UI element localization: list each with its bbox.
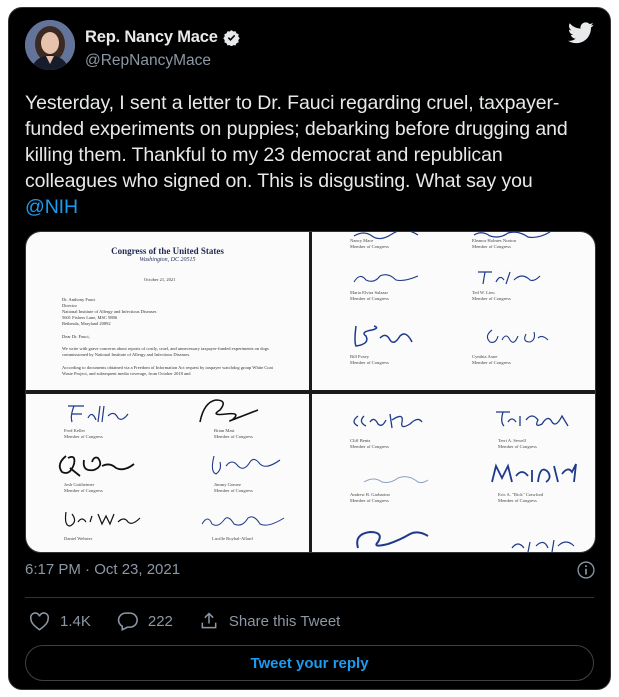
mention-link[interactable]: @NIH: [25, 196, 78, 218]
verified-badge-icon: [223, 30, 240, 46]
sig-role: Member of Congress: [472, 244, 511, 249]
signature-roybal-allard: [201, 516, 285, 526]
sig-role: Member of Congress: [498, 444, 537, 449]
sig-role: Member of Congress: [350, 244, 389, 249]
share-button[interactable]: Share this Tweet: [199, 611, 340, 631]
letter-address-4: 5601 Fishers Lane, MSC 9806: [62, 315, 118, 320]
twitter-bird-icon[interactable]: [568, 22, 594, 44]
letter-paragraph-2: According to documents obtained via a Fr…: [62, 365, 273, 376]
tweet-body: Yesterday, I sent a letter to Dr. Fauci …: [25, 92, 568, 192]
signature-keller: [68, 405, 129, 423]
signature-webster: [64, 511, 141, 527]
reply-count-button[interactable]: 222: [117, 611, 173, 631]
sig-name: Daniel Webster: [64, 536, 93, 541]
media-signature-page-1[interactable]: Nancy Mace Member of Congress Eleanor Ho…: [312, 232, 595, 390]
like-button[interactable]: 1.4K: [29, 611, 91, 631]
signature-posey: [354, 325, 413, 347]
media-signature-page-3[interactable]: Cliff Bentz Member of Congress Terri A. …: [312, 394, 595, 552]
letter-paragraph-1: We write with grave concerns about repor…: [62, 346, 269, 357]
sig-name: Lucille Roybal-Allard: [212, 536, 253, 541]
letter-address-3: National Institute of Allergy and Infect…: [62, 309, 157, 314]
signature-lieu: [478, 271, 541, 285]
letter-heading: Congress of the United States: [111, 246, 224, 256]
sig-role: Member of Congress: [472, 360, 511, 365]
letter-date: October 21, 2021: [144, 277, 176, 282]
sig-name: Cynthia Axne: [472, 354, 498, 359]
letter-salutation: Dear Dr. Fauci,: [62, 334, 90, 339]
divider: [25, 597, 594, 598]
sig-role: Member of Congress: [350, 360, 389, 365]
sig-role: Member of Congress: [214, 488, 253, 493]
tweet-media[interactable]: Congress of the United States Washington…: [25, 231, 596, 553]
sig-role: Member of Congress: [64, 488, 103, 493]
signature-gomez: [211, 455, 281, 475]
tweet-your-reply-button[interactable]: Tweet your reply: [25, 645, 594, 681]
sig-name: Ted W. Lieu: [472, 290, 495, 295]
sig-role: Member of Congress: [64, 434, 103, 439]
sig-name: Bill Posey: [350, 354, 370, 359]
share-label: Share this Tweet: [228, 612, 341, 630]
media-letter-page[interactable]: Congress of the United States Washington…: [26, 232, 309, 390]
share-icon: [201, 612, 217, 629]
sig-role: Member of Congress: [472, 296, 511, 301]
sig-name: Andrew R. Garbarino: [350, 492, 390, 497]
sig-role: Member of Congress: [214, 434, 253, 439]
signature-sewell: [496, 411, 569, 427]
tweet-timestamp[interactable]: 6:17 PM · Oct 23, 2021: [25, 561, 180, 578]
tweet-text: Yesterday, I sent a letter to Dr. Fauci …: [25, 90, 585, 220]
sig-name: Josh Gottheimer: [64, 482, 95, 487]
signature-bentz: [353, 413, 423, 429]
signature-crawford: [491, 463, 577, 483]
signature-axne: [486, 329, 549, 343]
sig-name: Nancy Mace: [350, 238, 374, 243]
heart-icon: [30, 611, 49, 631]
sig-name: Eric A. "Rick" Crawford: [498, 492, 544, 497]
sig-name: Cliff Bentz: [350, 438, 371, 443]
letter-address-1: Dr. Anthony Fauci: [62, 297, 96, 302]
sig-name: Eleanor Holmes Norton: [472, 238, 516, 243]
signature-gottheimer: [58, 455, 135, 477]
sig-role: Member of Congress: [350, 498, 389, 503]
signature-salazar: [353, 274, 419, 283]
like-count: 1.4K: [60, 612, 91, 630]
avatar[interactable]: [25, 20, 75, 70]
signature-garbarino: [363, 476, 429, 484]
signature-partial-left: [356, 530, 429, 549]
letter-address-2: Director: [62, 303, 77, 308]
sig-role: Member of Congress: [350, 296, 389, 301]
avatar-photo: [25, 20, 75, 70]
sig-role: Member of Congress: [498, 498, 537, 503]
letter-location: Washington, DC 20515: [139, 257, 196, 263]
sig-name: Jimmy Gomez: [214, 482, 241, 487]
letter-address-5: Bethesda, Maryland 20892: [62, 321, 111, 326]
author-name-row[interactable]: Rep. Nancy Mace: [85, 28, 240, 47]
sig-role: Member of Congress: [350, 444, 389, 449]
reply-count: 222: [147, 612, 173, 630]
author-handle[interactable]: @RepNancyMace: [85, 52, 211, 70]
reply-bubble-icon: [117, 612, 138, 631]
sig-name: Terri A. Sewell: [498, 438, 526, 443]
info-icon[interactable]: [576, 560, 596, 580]
signature-partial-right: [511, 539, 575, 552]
sig-name: Brian Mast: [214, 428, 235, 433]
sig-name: Fred Keller: [64, 428, 86, 433]
tweet-card: Rep. Nancy Mace @RepNancyMace Yesterday,…: [8, 7, 611, 690]
signature-mast: [199, 399, 259, 423]
media-signature-page-2[interactable]: Fred Keller Member of Congress Brian Mas…: [26, 394, 309, 552]
sig-name: Maria Elvira Salazar: [350, 290, 389, 295]
author-name[interactable]: Rep. Nancy Mace: [85, 28, 218, 47]
action-bar: 1.4K 222 Share this Tweet: [29, 611, 366, 631]
